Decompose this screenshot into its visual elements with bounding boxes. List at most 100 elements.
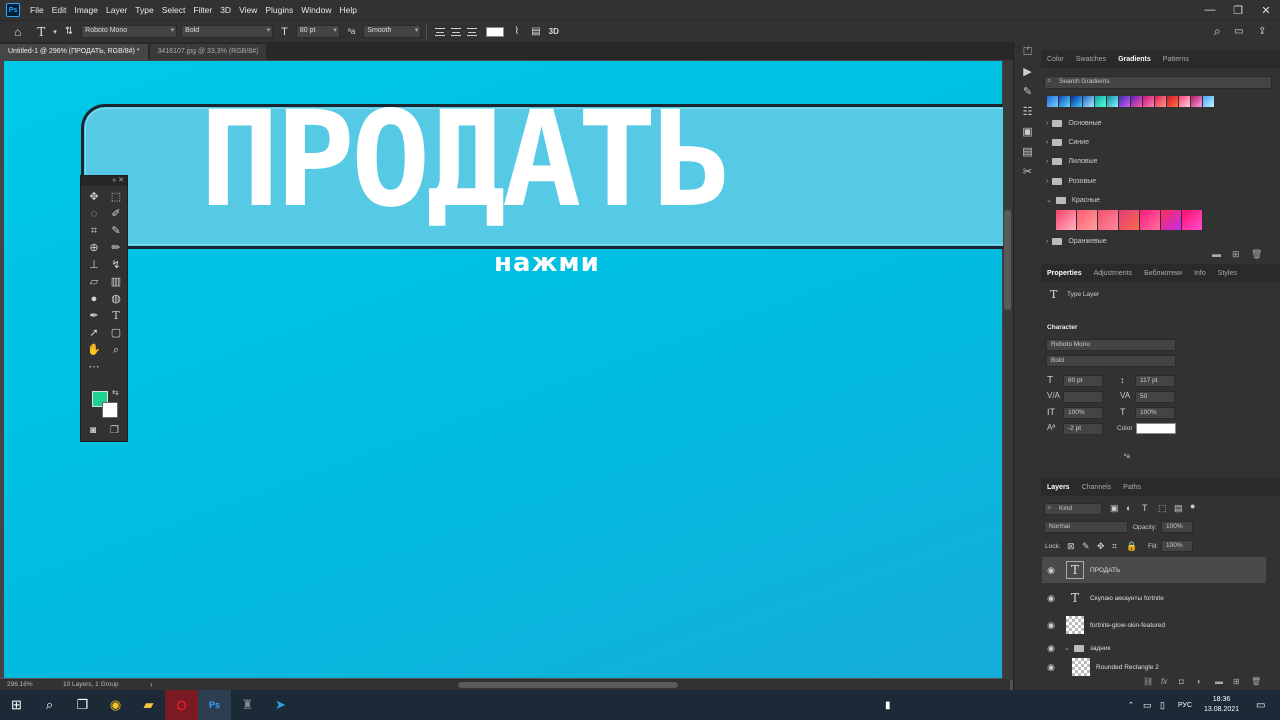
new-layer-icon[interactable]: ⊞ [1233,677,1240,686]
workspace-icon[interactable]: ▭ [1234,26,1243,37]
zoom-tool-icon[interactable]: ⌕ [105,343,127,357]
tab-gradients[interactable]: Gradients [1112,56,1157,63]
tab-patterns[interactable]: Patterns [1157,56,1195,63]
layer-filter-kind[interactable]: Kind [1044,503,1102,515]
gradient-preset[interactable] [1071,96,1082,107]
actions-panel-icon[interactable]: ▶ [1014,62,1041,82]
notifications-icon[interactable]: ▭ [1256,690,1265,720]
game-app-icon[interactable]: ♜ [231,690,264,720]
quick-select-tool-icon[interactable]: ✐ [105,207,127,221]
eraser-tool-icon[interactable]: ▱ [83,275,105,289]
gradient-folder[interactable]: › Розовые [1046,173,1096,189]
home-icon[interactable]: ⌂ [14,25,21,39]
gradient-preset[interactable] [1203,96,1214,107]
windows-start-icon[interactable]: ⊞ [0,690,33,720]
gradient-preset[interactable] [1047,96,1058,107]
menu-help[interactable]: Help [335,5,360,15]
quick-mask-icon[interactable]: ◙ [90,425,96,436]
fill-field[interactable]: 100% [1161,540,1193,552]
character-tracking[interactable]: 50 [1135,391,1175,403]
font-family-select[interactable]: Roboto Mono [81,25,178,38]
anti-alias-icon[interactable]: ªa [1124,453,1130,460]
file-explorer-icon[interactable]: ▰ [132,690,165,720]
character-font-style[interactable]: Bold [1046,355,1176,367]
character-font-size[interactable]: 80 pt [1063,375,1103,387]
gradient-folder[interactable]: › Оранжевые [1046,233,1107,249]
gradient-preset[interactable] [1119,210,1139,230]
opera-icon[interactable]: O [165,690,198,720]
menu-edit[interactable]: Edit [48,5,71,15]
new-group-icon[interactable]: ▬ [1212,249,1221,259]
gradient-preset[interactable] [1167,96,1178,107]
more-tools-icon[interactable]: ⋯ [83,360,105,374]
brush-tool-icon[interactable]: ✏ [105,241,127,255]
gradient-preset[interactable] [1155,96,1166,107]
dodge-tool-icon[interactable]: ◍ [105,292,127,306]
network-icon[interactable]: ▭ [1143,690,1152,720]
character-kerning[interactable] [1063,391,1103,403]
link-layers-icon[interactable]: ⛓ [1143,677,1153,686]
lock-position-icon[interactable]: ✥ [1097,541,1105,552]
search-icon[interactable]: ⌕ [33,690,66,720]
tools-panel-header[interactable]: « ✕ [81,176,127,186]
eye-icon[interactable]: ◉ [1042,593,1060,604]
gradient-preset[interactable] [1059,96,1070,107]
battery-icon[interactable]: ▯ [1160,690,1165,720]
tab-color[interactable]: Color [1041,56,1070,63]
search-gradients-field[interactable]: Search Gradients [1044,76,1272,89]
new-group-icon[interactable]: ▬ [1215,677,1223,686]
lock-artboard-icon[interactable]: ⌗ [1112,541,1117,552]
rectangle-tool-icon[interactable]: ▢ [105,326,127,340]
eye-icon[interactable]: ◉ [1042,565,1060,576]
layer-row[interactable]: ◉ Rounded Rectangle 2 [1042,656,1266,678]
gradient-preset[interactable] [1107,96,1118,107]
adjustment-layer-icon[interactable]: ◐ [1197,677,1202,686]
text-orientation-icon[interactable]: ⇅ [65,26,73,37]
tab-info[interactable]: Info [1188,270,1212,277]
tab-swatches[interactable]: Swatches [1070,56,1112,63]
new-gradient-icon[interactable]: ⊞ [1232,249,1240,260]
crop-tool-icon[interactable]: ⌗ [83,224,105,238]
gradient-folder[interactable]: › Основные [1046,115,1102,131]
gradient-preset[interactable] [1056,210,1076,230]
history-brush-tool-icon[interactable]: ↯ [105,258,127,272]
gradient-preset[interactable] [1098,210,1118,230]
headline-text[interactable]: ПРОДАТЬ [200,94,732,226]
gradient-preset[interactable] [1191,96,1202,107]
warp-text-icon[interactable]: ⌇ [514,26,519,37]
photoshop-logo[interactable]: Ps [6,3,20,17]
menu-window[interactable]: Window [297,5,335,15]
type-tool-preset-icon[interactable]: T [37,25,45,39]
tab-layers[interactable]: Layers [1041,484,1076,491]
adjustments-icon[interactable]: ☷ [1014,102,1041,122]
gradient-preset[interactable] [1161,210,1181,230]
align-center-icon[interactable] [451,27,462,36]
gradient-preset[interactable] [1077,210,1097,230]
libraries-icon[interactable]: ▣ [1014,122,1041,142]
gradient-folder[interactable]: › Синие [1046,134,1089,150]
gradient-preset[interactable] [1083,96,1094,107]
tab-styles[interactable]: Styles [1212,270,1243,277]
notes-icon[interactable]: ▤ [1014,142,1041,162]
type-tool-icon[interactable]: T [105,309,127,323]
tab-untitled-1[interactable]: Untitled-1 @ 296% (ПРОДАТЬ, RGB/8#) * [0,44,148,60]
character-panel-icon[interactable]: ▤ [531,26,540,37]
gradient-folder[interactable]: › Лиловые [1046,153,1098,169]
chevron-down-icon[interactable]: ▾ [53,28,57,36]
gradient-preset[interactable] [1095,96,1106,107]
character-horizontal-scale[interactable]: 100% [1135,407,1175,419]
tool-presets-icon[interactable]: ✂ [1014,162,1041,182]
character-color-swatch[interactable] [1136,423,1176,434]
healing-brush-tool-icon[interactable]: ⊕ [83,241,105,255]
lasso-tool-icon[interactable]: ◌ [83,207,105,221]
gradient-tool-icon[interactable]: ▥ [105,275,127,289]
lock-all-icon[interactable]: 🔒 [1126,541,1137,552]
restore-button[interactable]: ❐ [1224,0,1252,20]
3d-button[interactable]: 3D [549,27,559,36]
background-color-swatch[interactable] [102,402,118,418]
filter-smart-object-icon[interactable]: ▤ [1174,503,1183,514]
history-panel-icon[interactable]: ⏍ [1014,42,1041,62]
eyedropper-tool-icon[interactable]: ✎ [105,224,127,238]
character-section-header[interactable]: Character [1047,324,1077,331]
menu-select[interactable]: Select [158,5,190,15]
